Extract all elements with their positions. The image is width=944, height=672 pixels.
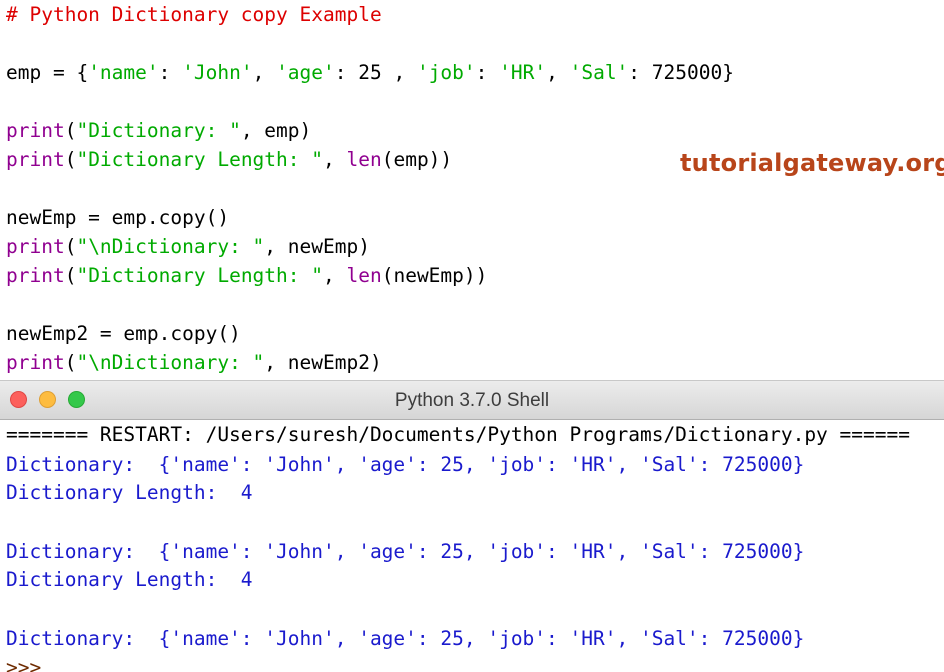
code-builtin: print: [6, 119, 65, 142]
code-string: 'John': [182, 61, 252, 84]
code-line-emp: emp = {'name': 'John', 'age': 25 , 'job'…: [6, 58, 734, 88]
code-line-print1: print("Dictionary: ", emp): [6, 116, 311, 146]
shell-output-line: Dictionary: {'name': 'John', 'age': 25, …: [6, 537, 804, 567]
code-string: 'age': [276, 61, 335, 84]
code-token: (: [65, 148, 77, 171]
code-token: , emp): [241, 119, 311, 142]
code-string: "Dictionary: ": [76, 119, 240, 142]
code-builtin: print: [6, 264, 65, 287]
code-token: :: [476, 61, 499, 84]
window-title: Python 3.7.0 Shell: [0, 390, 944, 412]
code-token: (: [65, 351, 77, 374]
code-line-print2: print("Dictionary Length: ", len(emp)): [6, 145, 452, 175]
code-builtin: print: [6, 148, 65, 171]
code-token: ,: [546, 61, 569, 84]
code-token: ,: [323, 264, 346, 287]
code-editor[interactable]: # Python Dictionary copy Example emp = {…: [0, 0, 944, 380]
code-comment: # Python Dictionary copy Example: [6, 0, 382, 30]
code-token: (: [65, 119, 77, 142]
code-string: "\nDictionary: ": [76, 351, 264, 374]
shell-output-line: Dictionary: {'name': 'John', 'age': 25, …: [6, 624, 804, 654]
code-token: : 25 ,: [335, 61, 417, 84]
shell-restart-line: ======= RESTART: /Users/suresh/Documents…: [6, 420, 910, 450]
code-token: (emp)): [382, 148, 452, 171]
code-token: ,: [253, 61, 276, 84]
code-token: ,: [323, 148, 346, 171]
window-titlebar[interactable]: Python 3.7.0 Shell: [0, 380, 944, 420]
code-string: 'HR': [499, 61, 546, 84]
code-string: 'Sal': [570, 61, 629, 84]
code-string: 'job': [417, 61, 476, 84]
shell-output-line: Dictionary: {'name': 'John', 'age': 25, …: [6, 450, 804, 480]
shell-prompt[interactable]: >>>: [6, 653, 41, 672]
code-token: (: [65, 235, 77, 258]
code-line-print4: print("Dictionary Length: ", len(newEmp)…: [6, 261, 487, 291]
python-shell-window: Python 3.7.0 Shell ======= RESTART: /Use…: [0, 380, 944, 672]
code-builtin: print: [6, 351, 65, 374]
code-builtin: len: [346, 264, 381, 287]
code-string: "\nDictionary: ": [76, 235, 264, 258]
watermark-logo: tutorialgateway.org: [680, 149, 944, 177]
code-token: emp = {: [6, 61, 88, 84]
shell-output-line: Dictionary Length: 4: [6, 565, 253, 595]
code-builtin: print: [6, 235, 65, 258]
code-line-copy1: newEmp = emp.copy(): [6, 203, 229, 233]
code-line-copy2: newEmp2 = emp.copy(): [6, 319, 241, 349]
code-token: :: [159, 61, 182, 84]
code-line-print3: print("\nDictionary: ", newEmp): [6, 232, 370, 262]
code-token: (newEmp)): [382, 264, 488, 287]
code-string: 'name': [88, 61, 158, 84]
code-string: "Dictionary Length: ": [76, 148, 323, 171]
code-string: "Dictionary Length: ": [76, 264, 323, 287]
code-token: , newEmp2): [264, 351, 381, 374]
shell-output-line: Dictionary Length: 4: [6, 478, 253, 508]
code-line-print5: print("\nDictionary: ", newEmp2): [6, 348, 382, 378]
code-builtin: len: [346, 148, 381, 171]
code-token: , newEmp): [264, 235, 370, 258]
code-token: : 725000}: [628, 61, 734, 84]
code-token: (: [65, 264, 77, 287]
